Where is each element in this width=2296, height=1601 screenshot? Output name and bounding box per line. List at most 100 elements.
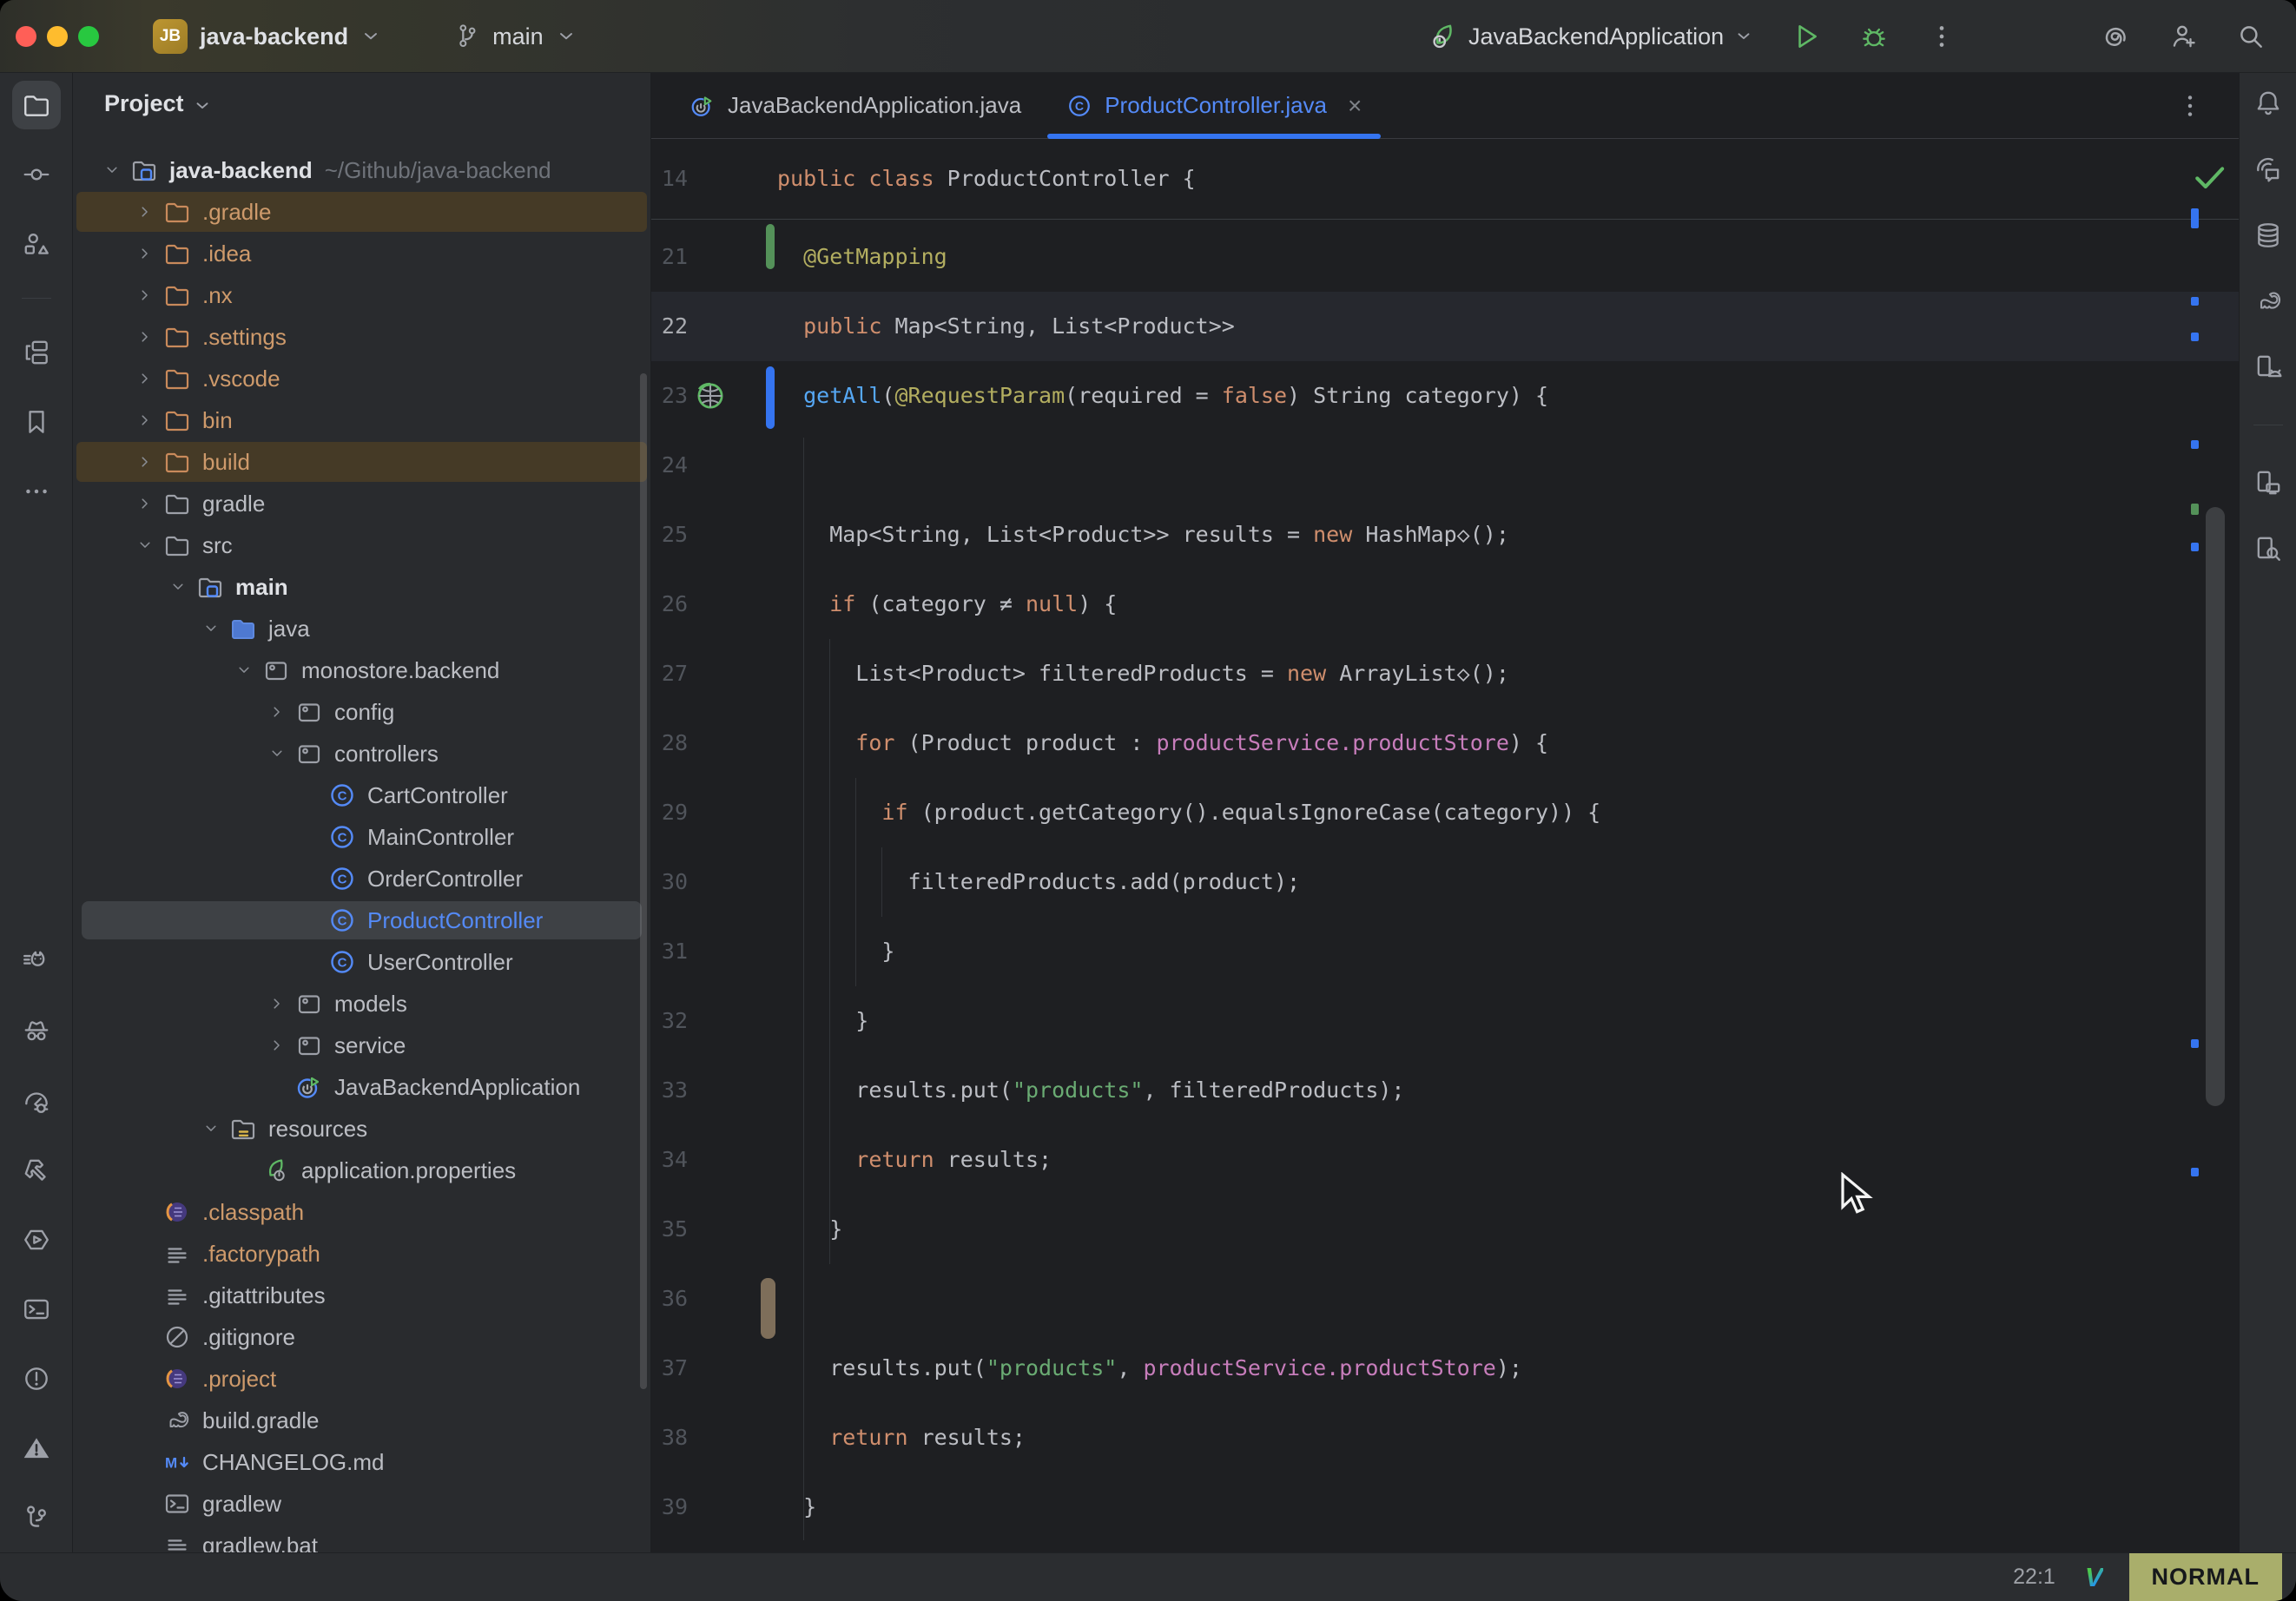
tool-bookmarks-button[interactable] bbox=[12, 398, 61, 446]
tree-item--gitignore[interactable]: .gitignore bbox=[73, 1316, 650, 1358]
tree-item-changelog-md[interactable]: MCHANGELOG.md bbox=[73, 1441, 650, 1483]
tool-ai-assistant-button[interactable] bbox=[2246, 147, 2291, 192]
spring-endpoint-icon[interactable] bbox=[693, 379, 728, 413]
line-number[interactable]: 38 bbox=[651, 1403, 688, 1473]
code-line-24[interactable]: 24 bbox=[651, 431, 2239, 500]
tool-warnings-button[interactable] bbox=[12, 1424, 61, 1473]
window-zoom-button[interactable] bbox=[78, 26, 99, 47]
chevron-down-icon[interactable] bbox=[259, 733, 295, 774]
code-line-37[interactable]: 37 results.put("products", productServic… bbox=[651, 1334, 2239, 1403]
line-number[interactable]: 32 bbox=[651, 986, 688, 1056]
code-line-30[interactable]: 30 filteredProducts.add(product); bbox=[651, 847, 2239, 917]
tree-item-application-properties[interactable]: application.properties bbox=[73, 1150, 650, 1191]
tool-speed-cat-button[interactable] bbox=[12, 938, 61, 986]
tool-notifications-button[interactable] bbox=[2246, 81, 2291, 126]
code-line-33[interactable]: 33 results.put("products", filteredProdu… bbox=[651, 1056, 2239, 1125]
chevron-down-icon[interactable] bbox=[226, 649, 262, 691]
tool-build-button[interactable] bbox=[12, 1146, 61, 1195]
tree-item-build-gradle[interactable]: build.gradle bbox=[73, 1400, 650, 1441]
tool-commit-button[interactable] bbox=[12, 150, 61, 199]
tree-item--gradle[interactable]: .gradle bbox=[73, 191, 650, 233]
error-stripe-change-mark[interactable] bbox=[2191, 297, 2199, 306]
code-line-28[interactable]: 28 for (Product product : productService… bbox=[651, 708, 2239, 778]
gutter-change-marker-modified[interactable] bbox=[766, 366, 775, 429]
tool-version-control-button[interactable] bbox=[12, 1493, 61, 1542]
search-everywhere-button[interactable] bbox=[2236, 22, 2266, 51]
tree-item-gradlew-bat[interactable]: gradlew.bat bbox=[73, 1525, 650, 1552]
line-number[interactable]: 33 bbox=[651, 1056, 688, 1125]
code-line-21[interactable]: 21 @GetMapping bbox=[651, 222, 2239, 292]
tree-item-cartcontroller[interactable]: CCartController bbox=[73, 774, 650, 816]
chevron-right-icon[interactable] bbox=[127, 358, 163, 399]
error-stripe-change-mark[interactable] bbox=[2191, 440, 2199, 449]
gutter-change-marker-added[interactable] bbox=[766, 224, 775, 269]
line-number[interactable]: 21 bbox=[651, 222, 688, 292]
line-number[interactable]: 23 bbox=[651, 361, 688, 431]
error-stripe-change-mark[interactable] bbox=[2191, 208, 2199, 228]
chevron-down-icon[interactable] bbox=[160, 566, 196, 608]
chevron-down-icon[interactable] bbox=[127, 524, 163, 566]
chevron-right-icon[interactable] bbox=[127, 399, 163, 441]
code-line-22[interactable]: 22 public Map<String, List<Product>> bbox=[651, 292, 2239, 361]
line-number[interactable]: 39 bbox=[651, 1473, 688, 1542]
line-number[interactable]: 35 bbox=[651, 1195, 688, 1264]
code-line-26[interactable]: 26 if (category ≠ null) { bbox=[651, 570, 2239, 639]
tree-item-bin[interactable]: bin bbox=[73, 399, 650, 441]
error-stripe-change-mark[interactable] bbox=[2191, 333, 2199, 341]
tool-device-manager-button[interactable] bbox=[2246, 345, 2291, 390]
line-number[interactable]: 24 bbox=[651, 431, 688, 500]
code-line-39[interactable]: 39 } bbox=[651, 1473, 2239, 1542]
line-number[interactable]: 34 bbox=[651, 1125, 688, 1195]
tree-item-maincontroller[interactable]: CMainController bbox=[73, 816, 650, 858]
tree-item-build[interactable]: build bbox=[73, 441, 650, 483]
tool-device-explorer-button[interactable] bbox=[2246, 526, 2291, 571]
inspections-status-ok-icon[interactable] bbox=[2190, 158, 2228, 196]
tree-item--idea[interactable]: .idea bbox=[73, 233, 650, 274]
window-close-button[interactable] bbox=[16, 26, 36, 47]
code-line-23[interactable]: 23 getAll(@RequestParam(required = false… bbox=[651, 361, 2239, 431]
error-stripe-change-mark[interactable] bbox=[2191, 1168, 2199, 1176]
branch-selector-button[interactable]: main bbox=[492, 23, 544, 50]
code-editor[interactable]: 21 @GetMapping22 public Map<String, List… bbox=[651, 73, 2239, 1552]
chevron-right-icon[interactable] bbox=[127, 441, 163, 483]
tool-incognito-button[interactable] bbox=[12, 1007, 61, 1056]
code-line-34[interactable]: 34 return results; bbox=[651, 1125, 2239, 1195]
tool-project-folder-button[interactable] bbox=[12, 81, 61, 129]
editor-options-button[interactable] bbox=[2173, 89, 2207, 123]
tool-terminal-button[interactable] bbox=[12, 1285, 61, 1334]
tree-item-src[interactable]: src bbox=[73, 524, 650, 566]
line-number[interactable]: 37 bbox=[651, 1334, 688, 1403]
tree-item-config[interactable]: config bbox=[73, 691, 650, 733]
gutter-change-marker-modified-ws[interactable] bbox=[761, 1278, 775, 1339]
chevron-right-icon[interactable] bbox=[259, 1025, 295, 1066]
ai-assistant-button[interactable] bbox=[2101, 22, 2130, 51]
tree-item--factorypath[interactable]: .factorypath bbox=[73, 1233, 650, 1275]
tool-problems-button[interactable] bbox=[12, 1354, 61, 1403]
tree-item-monostore-backend[interactable]: monostore.backend bbox=[73, 649, 650, 691]
run-configuration-selector[interactable]: JavaBackendApplication bbox=[1428, 22, 1753, 51]
code-line-36[interactable]: 36 bbox=[651, 1264, 2239, 1334]
code-with-me-button[interactable] bbox=[2168, 22, 2198, 51]
project-name-button[interactable]: java-backend bbox=[200, 23, 348, 50]
ideavim-icon[interactable]: V bbox=[2085, 1562, 2103, 1593]
chevron-right-icon[interactable] bbox=[127, 274, 163, 316]
chevron-right-icon[interactable] bbox=[259, 691, 295, 733]
tool-gradle-button[interactable] bbox=[2246, 279, 2291, 324]
chevron-right-icon[interactable] bbox=[127, 233, 163, 274]
chevron-down-icon[interactable] bbox=[193, 608, 229, 649]
tree-item-javabackendapplication[interactable]: JavaBackendApplication bbox=[73, 1066, 650, 1108]
tree-item--vscode[interactable]: .vscode bbox=[73, 358, 650, 399]
run-button[interactable] bbox=[1791, 22, 1821, 51]
tree-item-controllers[interactable]: controllers bbox=[73, 733, 650, 774]
code-line-35[interactable]: 35 } bbox=[651, 1195, 2239, 1264]
code-line-25[interactable]: 25 Map<String, List<Product>> results = … bbox=[651, 500, 2239, 570]
tool-running-devices-button[interactable] bbox=[2246, 460, 2291, 505]
line-number[interactable]: 26 bbox=[651, 570, 688, 639]
code-line-32[interactable]: 32 } bbox=[651, 986, 2239, 1056]
project-view-selector[interactable]: Project bbox=[104, 90, 212, 117]
tool-services-button[interactable] bbox=[12, 1216, 61, 1264]
line-number[interactable]: 30 bbox=[651, 847, 688, 917]
code-line-38[interactable]: 38 return results; bbox=[651, 1403, 2239, 1473]
tree-item--gitattributes[interactable]: .gitattributes bbox=[73, 1275, 650, 1316]
caret-position-widget[interactable]: 22:1 bbox=[2013, 1565, 2055, 1590]
